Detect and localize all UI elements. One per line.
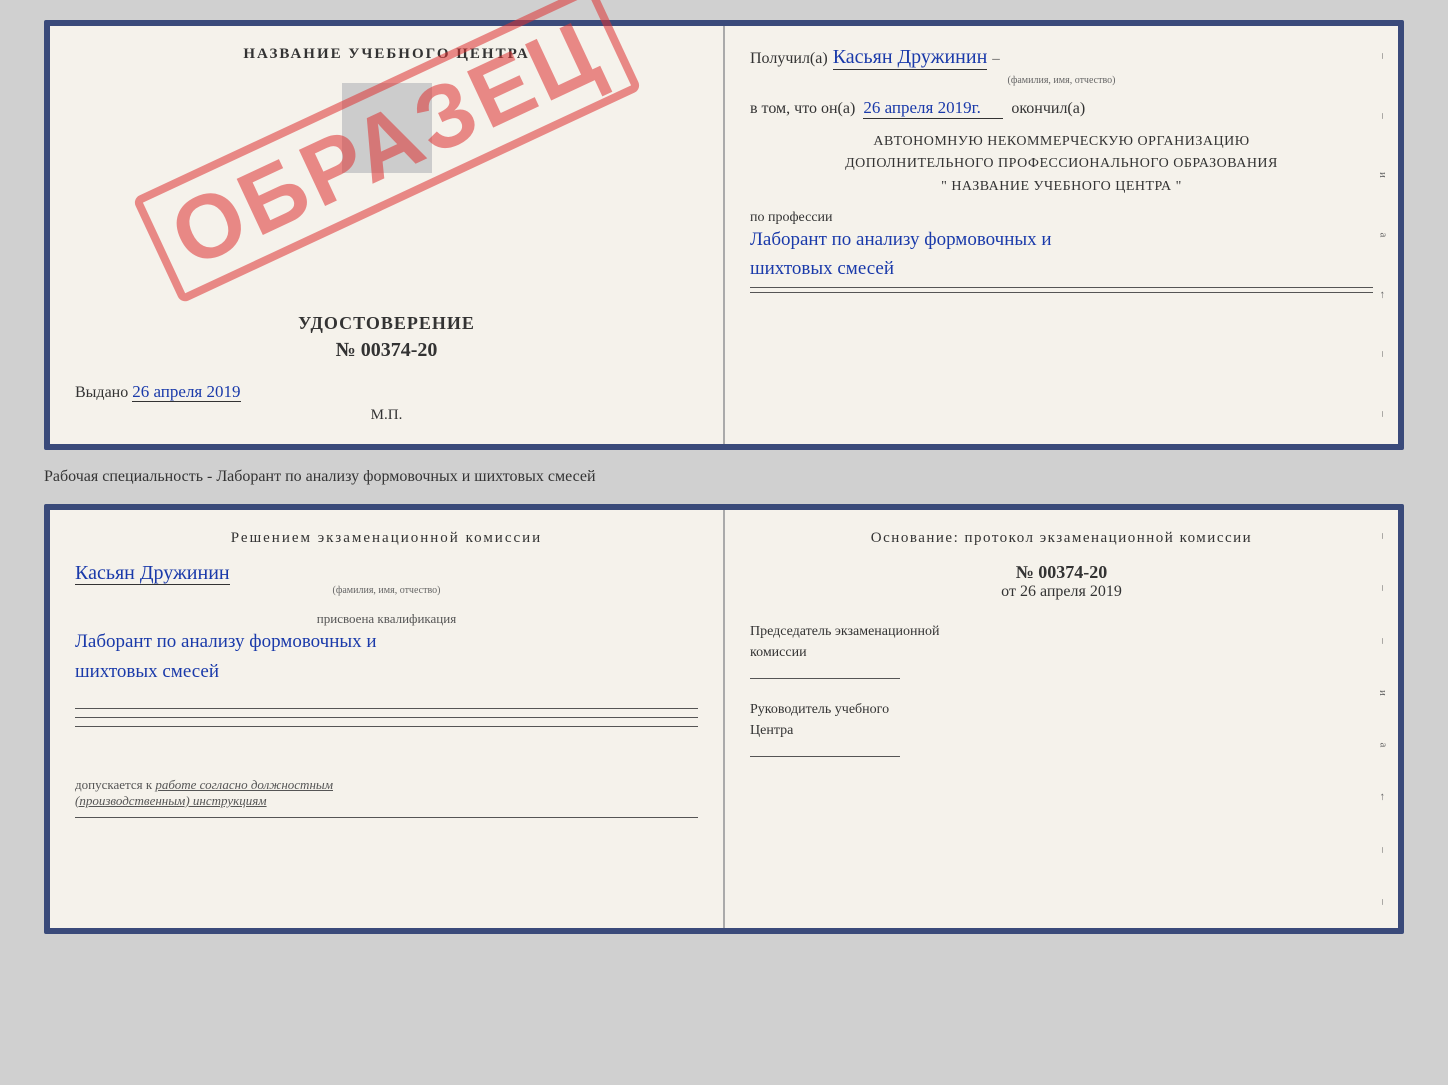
poluchil-prefix: Получил(а)	[750, 50, 828, 68]
vydano-date: 26 апреля 2019	[132, 382, 240, 402]
cert-bottom-right: Основание: протокол экзаменационной коми…	[725, 510, 1398, 928]
predsedatel-label2: комиссии	[750, 642, 1373, 663]
cert-top-right: Получил(а) Касьян Дружинин – (фамилия, и…	[725, 26, 1398, 444]
profession-line2: шихтовых смесей	[750, 255, 1373, 284]
predsedatel-signature	[750, 678, 900, 679]
prisvoyena-label: присвоена квалификация	[75, 611, 698, 627]
org-block: АВТОНОМНУЮ НЕКОММЕРЧЕСКУЮ ОРГАНИЗАЦИЮ ДО…	[750, 131, 1373, 198]
resheniyem-title: Решением экзаменационной комиссии	[75, 530, 698, 547]
kvali-underline3	[75, 726, 698, 727]
dop-underline	[75, 817, 698, 818]
cert-top-left: НАЗВАНИЕ УЧЕБНОГО ЦЕНТРА ОБРАЗЕЦ УДОСТОВ…	[50, 26, 725, 444]
rukovoditel-label2: Центра	[750, 720, 1373, 741]
kvali-underline1	[75, 708, 698, 709]
kvali-line2: шихтовых смесей	[75, 657, 698, 687]
mp-label: М.П.	[371, 407, 403, 424]
cert-number: № 00374-20	[298, 339, 475, 362]
certificate-top: НАЗВАНИЕ УЧЕБНОГО ЦЕНТРА ОБРАЗЕЦ УДОСТОВ…	[44, 20, 1404, 450]
vydano-label: Выдано 26 апреля 2019	[75, 384, 241, 401]
photo-placeholder	[342, 83, 432, 173]
certificate-bottom: Решением экзаменационной комиссии Касьян…	[44, 504, 1404, 934]
right-edge-marks: – – и а ← – –	[1368, 26, 1398, 444]
rukovoditel-label: Руководитель учебного	[750, 699, 1373, 720]
poluchil-line: Получил(а) Касьян Дружинин – (фамилия, и…	[750, 46, 1373, 86]
ot-date: от 26 апреля 2019	[750, 583, 1373, 601]
vydano-line: Выдано 26 апреля 2019	[75, 372, 698, 402]
dopuskaetsya-block: допускается к работе согласно должностны…	[75, 777, 698, 809]
fio-subtitle-bottom: (фамилия, имя, отчество)	[75, 585, 698, 596]
course-end-date: 26 апреля 2019г.	[863, 98, 1003, 119]
org-line2: ДОПОЛНИТЕЛЬНОГО ПРОФЕССИОНАЛЬНОГО ОБРАЗО…	[750, 153, 1373, 175]
org-line1: АВТОНОМНУЮ НЕКОММЕРЧЕСКУЮ ОРГАНИЗАЦИЮ	[750, 131, 1373, 153]
bottom-fio: Касьян Дружинин	[75, 562, 230, 585]
udostoverenie-label: УДОСТОВЕРЕНИЕ	[298, 313, 475, 334]
underline1	[750, 287, 1373, 288]
cert-bottom-left: Решением экзаменационной комиссии Касьян…	[50, 510, 725, 928]
vtom-line: в том, что он(а) 26 апреля 2019г. окончи…	[750, 98, 1373, 119]
predsedatel-label: Председатель экзаменационной	[750, 621, 1373, 642]
po-professii-label: по профессии Лаборант по анализу формово…	[750, 210, 1373, 293]
rukovoditel-signature	[750, 756, 900, 757]
kvali-underline2	[75, 717, 698, 718]
fio-subtitle: (фамилия, имя, отчество)	[750, 75, 1373, 86]
cert-top-title: НАЗВАНИЕ УЧЕБНОГО ЦЕНТРА	[243, 46, 529, 63]
underline2	[750, 292, 1373, 293]
specialty-line: Рабочая специальность - Лаборант по анал…	[44, 460, 1404, 494]
right-edge-marks-bottom: – – – и а ← – –	[1368, 510, 1398, 928]
rukovoditel-block: Руководитель учебного Центра	[750, 699, 1373, 757]
osnovanie-title: Основание: протокол экзаменационной коми…	[750, 530, 1373, 547]
protocol-number: № 00374-20	[750, 562, 1373, 583]
udostoverenie-block: УДОСТОВЕРЕНИЕ № 00374-20	[298, 313, 475, 362]
profession-line1: Лаборант по анализу формовочных и	[750, 226, 1373, 255]
predsedatel-block: Председатель экзаменационной комиссии	[750, 621, 1373, 679]
org-line3: " НАЗВАНИЕ УЧЕБНОГО ЦЕНТРА "	[750, 176, 1373, 198]
fio-block-bottom: Касьян Дружинин (фамилия, имя, отчество)	[75, 562, 698, 596]
kvali-line1: Лаборант по анализу формовочных и	[75, 627, 698, 657]
recipient-fio: Касьян Дружинин	[833, 46, 988, 70]
